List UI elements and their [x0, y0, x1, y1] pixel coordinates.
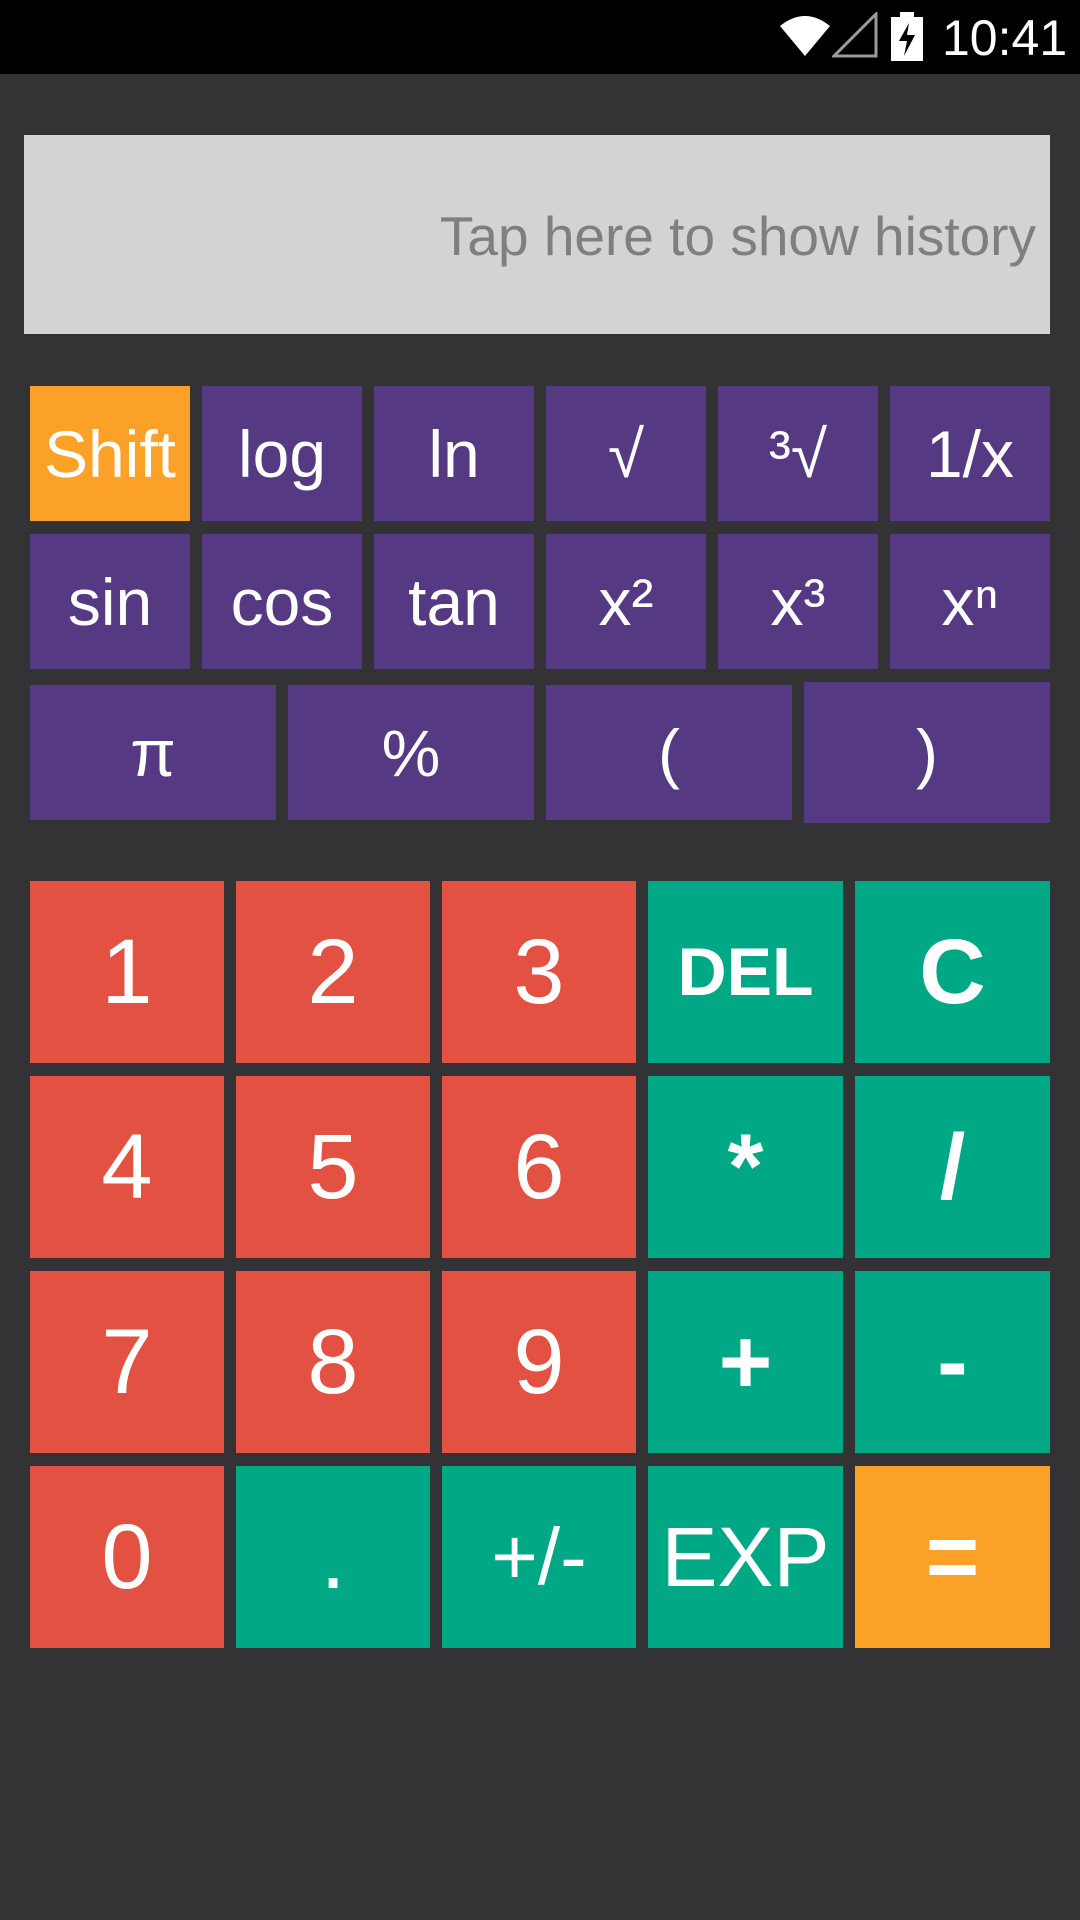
power-button[interactable]: xⁿ	[890, 534, 1050, 669]
cos-button[interactable]: cos	[202, 534, 362, 669]
close-paren-button[interactable]: )	[804, 682, 1050, 823]
history-display[interactable]: Tap here to show history	[24, 135, 1050, 334]
digit-5-button[interactable]: 5	[236, 1076, 430, 1258]
divide-button[interactable]: /	[855, 1076, 1050, 1258]
equals-button[interactable]: =	[855, 1466, 1050, 1648]
cube-button[interactable]: x³	[718, 534, 878, 669]
square-root-button[interactable]: √	[546, 386, 706, 521]
status-time: 10:41	[942, 10, 1068, 66]
digit-8-button[interactable]: 8	[236, 1271, 430, 1453]
digit-3-button[interactable]: 3	[442, 881, 636, 1063]
exp-button[interactable]: EXP	[648, 1466, 843, 1648]
open-paren-button[interactable]: (	[546, 685, 792, 820]
log-button[interactable]: log	[202, 386, 362, 521]
history-hint: Tap here to show history	[439, 205, 1036, 267]
cube-root-button[interactable]: ³√	[718, 386, 878, 521]
battery-charging-icon	[891, 12, 923, 61]
wifi-icon	[780, 16, 830, 56]
tan-button[interactable]: tan	[374, 534, 534, 669]
digit-2-button[interactable]: 2	[236, 881, 430, 1063]
status-bar: 10:41	[0, 0, 1080, 74]
plus-button[interactable]: +	[648, 1271, 843, 1453]
digit-1-button[interactable]: 1	[30, 881, 224, 1063]
sin-button[interactable]: sin	[30, 534, 190, 669]
signal-icon	[832, 12, 878, 58]
delete-button[interactable]: DEL	[648, 881, 843, 1063]
square-button[interactable]: x²	[546, 534, 706, 669]
digit-0-button[interactable]: 0	[30, 1466, 224, 1648]
digit-9-button[interactable]: 9	[442, 1271, 636, 1453]
sign-toggle-button[interactable]: +/-	[442, 1466, 636, 1648]
decimal-point-button[interactable]: .	[236, 1466, 430, 1648]
digit-7-button[interactable]: 7	[30, 1271, 224, 1453]
multiply-button[interactable]: *	[648, 1076, 843, 1258]
pi-button[interactable]: π	[30, 685, 276, 820]
clear-button[interactable]: C	[855, 881, 1050, 1063]
minus-button[interactable]: -	[855, 1271, 1050, 1453]
ln-button[interactable]: ln	[374, 386, 534, 521]
shift-button[interactable]: Shift	[30, 386, 190, 521]
percent-button[interactable]: %	[288, 685, 534, 820]
digit-6-button[interactable]: 6	[442, 1076, 636, 1258]
digit-4-button[interactable]: 4	[30, 1076, 224, 1258]
reciprocal-button[interactable]: 1/x	[890, 386, 1050, 521]
